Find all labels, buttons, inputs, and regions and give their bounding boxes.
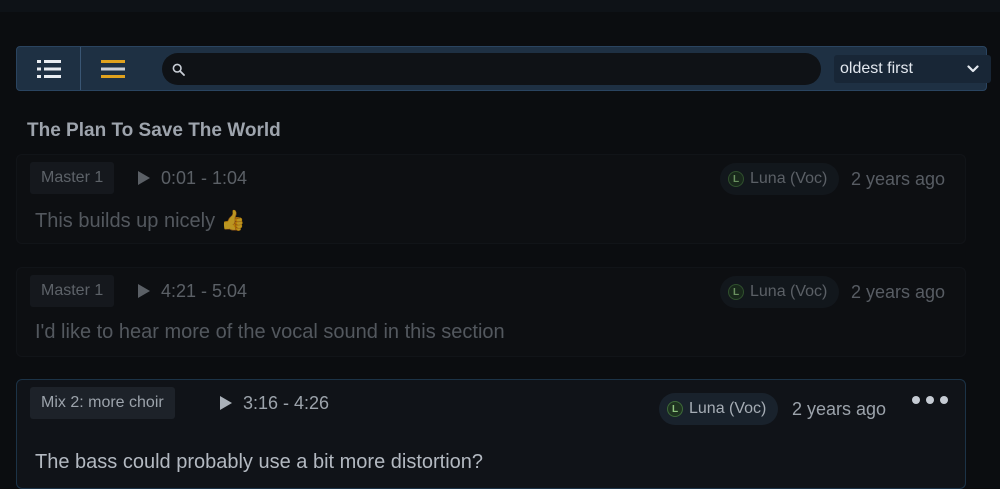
comment-text: This builds up nicely 👍 — [35, 210, 246, 232]
sort-selected-label: oldest first — [840, 60, 913, 77]
search-input[interactable] — [193, 55, 821, 83]
avatar: L — [728, 284, 744, 300]
menu-lines-icon — [101, 59, 125, 78]
more-options-button[interactable] — [912, 392, 948, 408]
comment-time: 2 years ago — [792, 398, 887, 419]
dot-icon — [940, 396, 948, 404]
dot-icon — [926, 396, 934, 404]
play-icon — [138, 171, 150, 185]
time-range[interactable]: 4:21 - 5:04 — [137, 275, 247, 307]
user-chip[interactable]: L Luna (Voc) — [659, 393, 779, 425]
time-range-label: 3:16 - 4:26 — [243, 392, 330, 413]
play-icon — [138, 284, 150, 298]
comment-time: 2 years ago — [851, 281, 946, 302]
search-box — [162, 53, 821, 85]
user-name: Luna (Voc) — [750, 170, 828, 187]
compact-view-button[interactable] — [81, 47, 145, 90]
list-icon — [36, 59, 61, 78]
play-icon — [220, 396, 232, 410]
comment-card[interactable]: Master 1 4:21 - 5:04 L Luna (Voc) 2 year… — [16, 267, 966, 357]
chevron-down-icon — [967, 65, 979, 73]
time-range-label: 0:01 - 1:04 — [161, 167, 248, 188]
time-range-label: 4:21 - 5:04 — [161, 280, 248, 301]
list-view-button[interactable] — [17, 47, 81, 90]
comment-text: I'd like to hear more of the vocal sound… — [35, 321, 505, 343]
time-range[interactable]: 0:01 - 1:04 — [137, 162, 247, 194]
comment-text: The bass could probably use a bit more d… — [35, 451, 484, 473]
comments-toolbar: oldest first — [16, 46, 991, 91]
version-tag[interactable]: Master 1 — [30, 162, 115, 194]
sort-select[interactable]: oldest first — [834, 55, 991, 83]
version-tag[interactable]: Mix 2: more choir — [30, 387, 175, 419]
user-name: Luna (Voc) — [750, 283, 828, 300]
comment-card[interactable]: Master 1 0:01 - 1:04 L Luna (Voc) 2 year… — [16, 154, 966, 244]
avatar: L — [667, 401, 683, 417]
user-chip[interactable]: L Luna (Voc) — [720, 276, 840, 308]
user-chip[interactable]: L Luna (Voc) — [720, 163, 840, 195]
version-tag[interactable]: Master 1 — [30, 275, 115, 307]
comment-card-active[interactable]: Mix 2: more choir 3:16 - 4:26 L Luna (Vo… — [16, 379, 966, 489]
song-title: The Plan To Save The World — [27, 120, 281, 141]
comment-time: 2 years ago — [851, 168, 946, 189]
user-name: Luna (Voc) — [689, 400, 767, 417]
time-range[interactable]: 3:16 - 4:26 — [219, 387, 329, 419]
search-icon — [172, 63, 185, 76]
avatar: L — [728, 171, 744, 187]
dot-icon — [912, 396, 920, 404]
top-strip — [0, 0, 1000, 12]
